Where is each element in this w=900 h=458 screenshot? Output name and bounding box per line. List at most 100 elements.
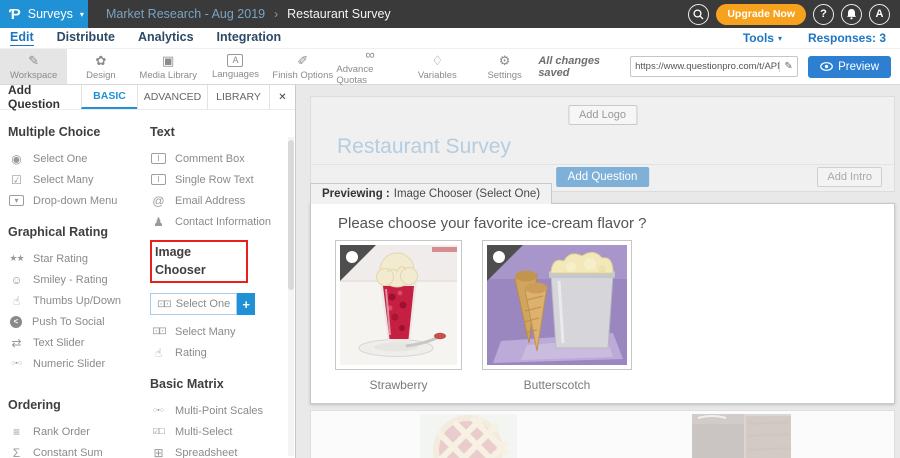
item-constant-sum[interactable]: Σ Constant Sum xyxy=(8,442,142,458)
divider xyxy=(312,164,893,165)
breadcrumb-survey-name: Restaurant Survey xyxy=(287,7,391,21)
survey-url[interactable]: https://www.questionpro.com/t/APNrFZ xyxy=(631,61,779,72)
item-label: Select One xyxy=(33,153,87,165)
surveys-product-menu[interactable]: Ƥ Surveys ▾ xyxy=(0,0,88,28)
tool-media-library[interactable]: ▣ Media Library xyxy=(135,49,202,84)
tab-library[interactable]: LIBRARY xyxy=(207,85,269,109)
breadcrumb-separator: › xyxy=(274,7,278,21)
chevron-down-icon: ▾ xyxy=(778,34,782,43)
survey-title[interactable]: Restaurant Survey xyxy=(337,135,511,159)
item-rank-order[interactable]: ≡ Rank Order xyxy=(8,421,142,442)
help-button[interactable]: ? xyxy=(813,4,834,25)
tool-label: Media Library xyxy=(139,70,197,81)
tool-languages[interactable]: A Languages xyxy=(202,49,269,84)
tool-variables[interactable]: ♢ Variables xyxy=(404,49,471,84)
avatar[interactable]: A xyxy=(869,4,890,25)
item-smiley-rating[interactable]: ☺ Smiley - Rating xyxy=(8,269,142,290)
panel-column-2: Text I Comment Box I Single Row Text @ E… xyxy=(150,110,288,458)
preview-button[interactable]: Preview xyxy=(808,56,891,78)
survey-url-field[interactable]: https://www.questionpro.com/t/APNrFZ ✎ xyxy=(630,56,798,77)
checkbox-icon: ☑ xyxy=(8,173,25,187)
butterscotch-option-tile[interactable] xyxy=(482,240,632,370)
option-label: Strawberry xyxy=(369,378,427,392)
item-label: Email Address xyxy=(175,195,245,207)
tool-finish-options[interactable]: ✐ Finish Options xyxy=(269,49,336,84)
ordered-list-icon: ≡ xyxy=(8,425,25,439)
twin-images-icon: ⊡⊡ xyxy=(157,299,170,310)
tool-settings[interactable]: ⚙ Settings xyxy=(471,49,538,84)
close-icon[interactable]: ✕ xyxy=(269,85,295,109)
menu-bar: Edit Distribute Analytics Integration To… xyxy=(0,28,900,48)
previewing-question-type: Image Chooser (Select One) xyxy=(394,188,540,200)
tab-advanced[interactable]: ADVANCED xyxy=(137,85,207,109)
multi-checkbox-icon: ☑☐ xyxy=(150,427,167,436)
text-field-icon: I xyxy=(151,174,166,185)
thumb-icon: ☝ xyxy=(150,346,167,360)
section-basic-matrix: Basic Matrix xyxy=(150,377,288,391)
item-label: Star Rating xyxy=(33,253,88,265)
item-numeric-slider[interactable]: ○▪○ Numeric Slider xyxy=(8,353,142,374)
strawberry-option-tile[interactable] xyxy=(335,240,462,370)
item-image-select-one[interactable]: ⊡⊡ Select One xyxy=(150,293,237,315)
radio-circle-icon[interactable] xyxy=(493,251,505,263)
menu-edit[interactable]: Edit xyxy=(10,30,34,46)
numeric-slider-icon: ○▪○ xyxy=(8,360,25,367)
dropdown-icon: ▾ xyxy=(9,195,24,206)
tool-label: Languages xyxy=(212,69,259,80)
scrollbar-thumb[interactable] xyxy=(288,140,294,290)
tool-design[interactable]: ✿ Design xyxy=(67,49,134,84)
menu-analytics[interactable]: Analytics xyxy=(138,30,194,46)
item-star-rating[interactable]: ★★ Star Rating xyxy=(8,248,142,269)
item-select-many[interactable]: ☑ Select Many xyxy=(8,169,142,190)
tab-basic[interactable]: BASIC xyxy=(81,85,137,109)
search-button[interactable] xyxy=(688,4,709,25)
item-push-to-social[interactable]: < Push To Social xyxy=(8,311,142,332)
add-logo-button[interactable]: Add Logo xyxy=(568,105,637,125)
add-intro-button[interactable]: Add Intro xyxy=(817,167,882,187)
tools-menu[interactable]: Tools ▾ xyxy=(743,31,782,45)
responses-count[interactable]: Responses: 3 xyxy=(808,31,886,45)
item-spreadsheet[interactable]: ⊞ Spreadsheet xyxy=(150,442,288,458)
menu-integration[interactable]: Integration xyxy=(217,30,282,46)
item-comment-box[interactable]: I Comment Box xyxy=(150,148,288,169)
add-question-button[interactable]: Add Question xyxy=(556,167,650,187)
item-email-address[interactable]: @ Email Address xyxy=(150,190,288,211)
radio-circle-icon[interactable] xyxy=(346,251,358,263)
questionpro-logo-icon: Ƥ xyxy=(9,7,21,22)
item-label: Comment Box xyxy=(175,153,245,165)
item-select-one[interactable]: ◉ Select One xyxy=(8,148,142,169)
add-question-panel: Add Question BASIC ADVANCED LIBRARY ✕ Mu… xyxy=(0,85,296,458)
highlight-annotation: Image Chooser xyxy=(150,240,248,283)
item-text-slider[interactable]: ⇄ Text Slider xyxy=(8,332,142,353)
item-dropdown-menu[interactable]: ▾ Drop-down Menu xyxy=(8,190,142,211)
menu-right: Tools ▾ Responses: 3 xyxy=(743,31,886,45)
tool-advance-quotas[interactable]: ∞ Advance Quotas xyxy=(336,49,403,84)
panel-body: Multiple Choice ◉ Select One ☑ Select Ma… xyxy=(0,110,295,458)
survey-header-card: Add Logo Restaurant Survey Add Question … xyxy=(310,96,895,192)
image-options-row: Strawberry xyxy=(335,240,632,392)
item-thumbs-up-down[interactable]: ☝ Thumbs Up/Down xyxy=(8,290,142,311)
survey-editor-area: Add Logo Restaurant Survey Add Question … xyxy=(296,85,900,458)
panel-header: Add Question BASIC ADVANCED LIBRARY ✕ xyxy=(0,85,295,110)
preview-label: Preview xyxy=(838,61,879,73)
upgrade-now-button[interactable]: Upgrade Now xyxy=(716,4,806,25)
sigma-icon: Σ xyxy=(8,446,25,458)
cherry-pie-photo xyxy=(420,414,517,458)
item-label: Single Row Text xyxy=(175,174,254,186)
panel-column-1: Multiple Choice ◉ Select One ☑ Select Ma… xyxy=(8,110,142,458)
breadcrumb-folder[interactable]: Market Research - Aug 2019 xyxy=(106,7,265,21)
item-contact-information[interactable]: ♟ Contact Information xyxy=(150,211,288,232)
item-image-rating[interactable]: ☝ Rating xyxy=(150,342,288,363)
tool-workspace[interactable]: ✎ Workspace xyxy=(0,49,67,84)
add-question-type-button[interactable]: + xyxy=(237,293,255,315)
twin-images-icon: ⊡⊡ xyxy=(150,326,167,337)
edit-url-icon[interactable]: ✎ xyxy=(779,61,797,72)
item-label: Drop-down Menu xyxy=(33,195,117,207)
panel-scrollbar[interactable] xyxy=(288,137,294,456)
item-multi-point-scales[interactable]: ○▪○ Multi-Point Scales xyxy=(150,400,288,421)
item-multi-select[interactable]: ☑☐ Multi-Select xyxy=(150,421,288,442)
notifications-button[interactable] xyxy=(841,4,862,25)
item-single-row-text[interactable]: I Single Row Text xyxy=(150,169,288,190)
item-image-select-many[interactable]: ⊡⊡ Select Many xyxy=(150,321,288,342)
menu-distribute[interactable]: Distribute xyxy=(57,30,115,46)
